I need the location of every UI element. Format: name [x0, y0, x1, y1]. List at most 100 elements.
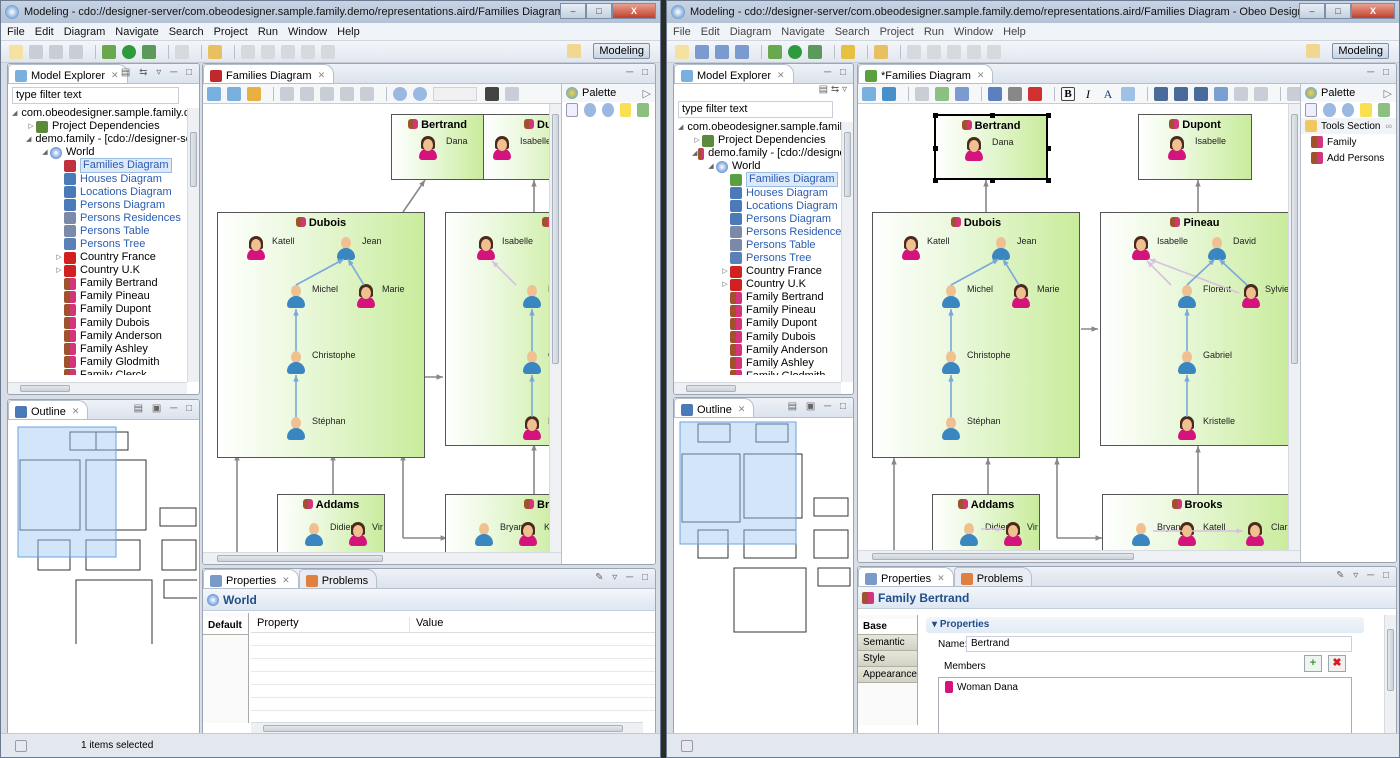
refresh-icon[interactable] — [175, 44, 189, 59]
tree-item[interactable]: ◢ com.obeodesigner.sample.family.demo — [8, 107, 199, 120]
woman-icon[interactable] — [1003, 522, 1023, 547]
tree-item[interactable]: Family Ashley — [8, 343, 199, 356]
copy-format-icon[interactable] — [340, 86, 354, 101]
pin-tool-icon[interactable] — [637, 103, 649, 117]
menu-navigate[interactable]: Navigate — [781, 26, 824, 38]
selection-handle[interactable] — [1046, 146, 1051, 151]
paste-format-icon[interactable] — [360, 86, 374, 101]
last-edit-icon[interactable] — [947, 44, 961, 59]
zoom-in-icon[interactable] — [393, 86, 407, 101]
man-icon[interactable] — [304, 523, 324, 547]
tree-item[interactable]: Persons Diagram — [8, 199, 199, 212]
zoom-out-icon[interactable] — [413, 86, 427, 101]
close-tab-icon[interactable]: ✕ — [977, 70, 985, 81]
font-icon[interactable] — [1121, 86, 1135, 101]
fill-color-icon[interactable] — [1154, 86, 1168, 101]
expand-toggle-icon[interactable]: ◢ — [678, 121, 683, 134]
delete-from-model-icon[interactable] — [1028, 86, 1042, 101]
woman-icon[interactable] — [476, 236, 496, 261]
menu-help[interactable]: Help — [337, 26, 360, 38]
run-icon[interactable] — [788, 44, 802, 59]
expand-toggle-icon[interactable]: ▷ — [692, 134, 702, 147]
export-image-icon[interactable] — [955, 86, 969, 101]
external-tools-icon[interactable] — [142, 44, 156, 59]
tab-problems[interactable]: Problems — [298, 569, 378, 588]
expand-toggle-icon[interactable]: ▷ — [26, 120, 36, 133]
man-icon[interactable] — [1177, 351, 1197, 375]
tab-model-explorer[interactable]: Model Explorer ✕ — [674, 64, 794, 83]
outline-thumbnail[interactable] — [12, 422, 199, 647]
tree-item[interactable]: Persons Residences — [674, 226, 853, 239]
tab-families-diagram[interactable]: *Families Diagram ✕ — [858, 64, 994, 83]
woman-icon[interactable] — [492, 136, 512, 161]
tree-item[interactable]: Persons Tree — [674, 252, 853, 265]
copy-format-icon[interactable] — [1234, 86, 1248, 101]
tree-item[interactable]: Persons Residences — [8, 212, 199, 225]
tree-item[interactable]: ▷ Country France — [674, 265, 853, 278]
woman-icon[interactable] — [1241, 284, 1261, 309]
menu-diagram[interactable]: Diagram — [730, 26, 772, 38]
view-controls[interactable]: ▤ ▣ ─ □ — [134, 403, 195, 414]
pin-tool-icon[interactable] — [1377, 103, 1390, 117]
selection-handle[interactable] — [990, 178, 995, 183]
outline-viewport[interactable] — [679, 421, 797, 545]
man-icon[interactable] — [336, 237, 356, 261]
close-tab-icon[interactable]: ✕ — [777, 70, 785, 81]
arrow-style-icon[interactable] — [1194, 86, 1208, 101]
view-controls[interactable]: ▤ ⇆ ▿ ─ □ — [121, 67, 195, 78]
minimize-button[interactable]: – — [1299, 3, 1325, 19]
man-icon[interactable] — [1207, 237, 1227, 261]
select-tool-icon[interactable] — [1305, 103, 1318, 117]
canvas-vscrollbar[interactable] — [1288, 104, 1300, 550]
expand-toggle-icon[interactable]: ▷ — [54, 264, 64, 277]
tab-families-diagram[interactable]: Families Diagram ✕ — [203, 64, 335, 83]
tree-item[interactable]: ▷ Country U.K — [674, 278, 853, 291]
explorer-toolbar[interactable]: ▤ ⇆ ▿ — [674, 84, 853, 98]
tree-item[interactable]: ◢ World — [8, 146, 199, 159]
woman-icon[interactable] — [356, 284, 376, 309]
tree-item[interactable]: Family Pineau — [8, 290, 199, 303]
palette-section-tools[interactable]: Tools Section ∞ — [1301, 118, 1396, 134]
save-all-icon[interactable] — [715, 44, 729, 59]
menu-run[interactable]: Run — [924, 26, 944, 38]
family-node-brooks[interactable]: BrooksBryanKatellClara — [1102, 494, 1288, 550]
save-icon[interactable] — [29, 44, 43, 59]
select-tool-icon[interactable] — [566, 103, 579, 117]
tree-hscrollbar[interactable] — [674, 382, 841, 394]
tree-item[interactable]: Locations Diagram — [8, 186, 199, 199]
man-icon[interactable] — [1177, 285, 1197, 309]
tree-item[interactable]: ▷ Country France — [8, 251, 199, 264]
tab-properties[interactable]: Properties ✕ — [858, 567, 954, 586]
tree-item[interactable]: Families Diagram — [8, 158, 199, 174]
palette-tool-family[interactable]: Family — [1301, 134, 1396, 150]
tab-style[interactable]: Style — [858, 651, 917, 667]
unpin-icon[interactable] — [935, 86, 949, 101]
save-all-icon[interactable] — [49, 44, 63, 59]
pen-icon[interactable] — [874, 44, 888, 59]
arrange-icon[interactable] — [862, 86, 876, 101]
new-icon[interactable] — [675, 44, 689, 59]
select-all-icon[interactable] — [1287, 86, 1301, 101]
apply-style-icon[interactable] — [1214, 86, 1228, 101]
tree-item[interactable]: Persons Tree — [8, 238, 199, 251]
close-button[interactable]: X — [1351, 3, 1395, 19]
close-tab-icon[interactable]: ✕ — [738, 404, 746, 415]
filter-input[interactable]: type filter text — [678, 101, 833, 118]
prev-annotation-icon[interactable] — [261, 44, 275, 59]
tree-item[interactable]: ▷ Country U.K — [8, 264, 199, 277]
tree-item[interactable]: Houses Diagram — [8, 172, 199, 186]
pin-section-icon[interactable]: ∞ — [1386, 121, 1392, 131]
tree-item[interactable]: Family Dupont — [674, 317, 853, 330]
tree-item[interactable]: Family Bertrand — [674, 291, 853, 304]
man-icon[interactable] — [474, 523, 494, 547]
layout-icon[interactable] — [882, 86, 896, 101]
filter-icon[interactable] — [300, 86, 314, 101]
man-icon[interactable] — [941, 417, 961, 441]
last-edit-icon[interactable] — [281, 44, 295, 59]
font-color-button[interactable]: A — [1101, 87, 1115, 101]
family-node-addams[interactable]: Addams Didier Vir — [932, 494, 1040, 550]
tree-item[interactable]: ◢ demo.family - [cdo://designer- — [674, 147, 853, 160]
tree-item[interactable]: ▷ Project Dependencies — [8, 120, 199, 133]
properties-vscrollbar[interactable] — [1384, 615, 1396, 735]
tree-item[interactable]: Family Glodmith — [8, 356, 199, 369]
